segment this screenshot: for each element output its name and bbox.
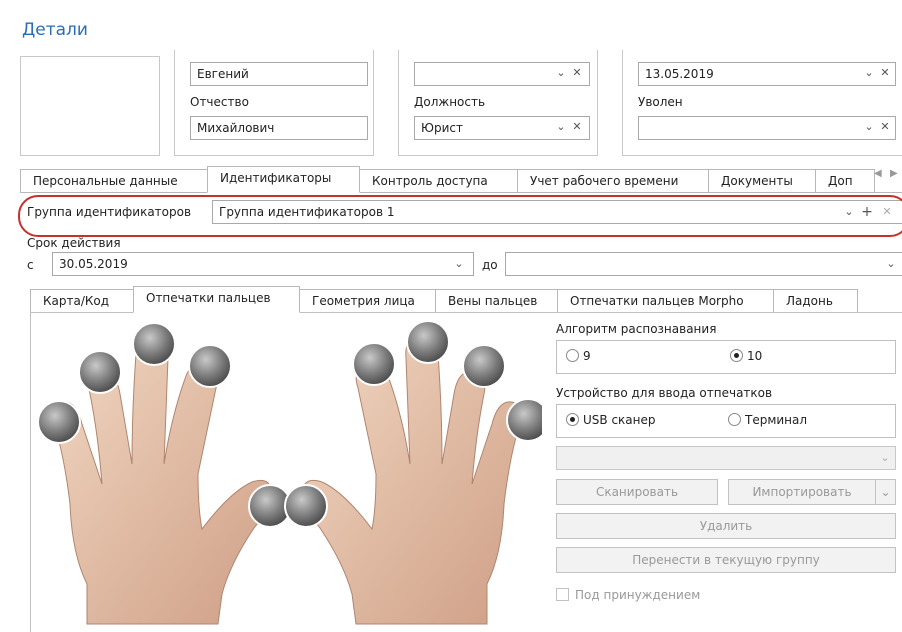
import-button[interactable]: Импортировать (728, 479, 876, 505)
right-little-finger-tip (506, 398, 542, 442)
tab-personal[interactable]: Персональные данные (20, 169, 208, 193)
chevron-down-icon: ⌄ (880, 485, 891, 499)
tab-documents[interactable]: Документы (708, 169, 816, 193)
close-icon[interactable]: ✕ (880, 204, 894, 220)
sub-tabs: Карта/Код Отпечатки пальцев Геометрия ли… (30, 285, 858, 313)
chevron-down-icon[interactable]: ⌄ (554, 65, 568, 81)
left-index-finger-tip (188, 344, 232, 388)
fired-date-field[interactable] (638, 116, 896, 140)
close-icon[interactable]: ✕ (570, 65, 584, 81)
checkbox-icon[interactable] (556, 588, 569, 601)
middle-name-field[interactable]: Михайлович (190, 116, 368, 140)
tab-scroll-right-icon[interactable]: ▶ (890, 168, 898, 179)
chevron-down-icon[interactable]: ⌄ (862, 119, 876, 135)
validity-to-field[interactable] (505, 252, 902, 276)
chevron-down-icon[interactable]: ⌄ (862, 65, 876, 81)
validity-from-label: с (27, 258, 34, 272)
radio-icon[interactable] (728, 413, 741, 426)
right-ring-finger-tip (462, 344, 506, 388)
right-middle-finger-tip (406, 320, 450, 364)
id-group-label: Группа идентификаторов (27, 205, 192, 219)
tab-morpho-fingerprints[interactable]: Отпечатки пальцев Morpho (557, 289, 774, 313)
delete-button[interactable]: Удалить (556, 513, 896, 539)
middle-name-label: Отчество (190, 95, 249, 109)
chevron-down-icon[interactable]: ⌄ (878, 450, 892, 466)
algorithm-option-9[interactable]: 9 (566, 349, 591, 363)
algorithm-option-10[interactable]: 10 (730, 349, 762, 363)
right-index-finger-tip (352, 342, 396, 386)
tab-time-tracking[interactable]: Учет рабочего времени (517, 169, 709, 193)
main-tabs-line (20, 192, 902, 193)
chevron-down-icon[interactable]: ⌄ (884, 256, 898, 272)
hire-date-field[interactable]: 13.05.2019 (638, 62, 896, 86)
move-to-group-button[interactable]: Перенести в текущую группу (556, 547, 896, 573)
tab-access-control[interactable]: Контроль доступа (359, 169, 518, 193)
first-name-field[interactable]: Евгений (190, 62, 368, 86)
radio-icon[interactable] (566, 349, 579, 362)
hands-illustration (37, 320, 542, 625)
tab-identifiers[interactable]: Идентификаторы (207, 166, 360, 193)
chevron-down-icon[interactable]: ⌄ (842, 204, 856, 220)
algorithm-group (556, 340, 896, 374)
device-label: Устройство для ввода отпечатков (556, 386, 773, 400)
tab-face-geometry[interactable]: Геометрия лица (299, 289, 436, 313)
id-group-select[interactable]: Группа идентификаторов 1 (212, 200, 902, 224)
fired-label: Уволен (638, 95, 683, 109)
chevron-down-icon[interactable]: ⌄ (554, 119, 568, 135)
tab-scroll-left-icon[interactable]: ◀ (874, 168, 882, 179)
radio-selected-icon[interactable] (730, 349, 743, 362)
tab-card-code[interactable]: Карта/Код (30, 289, 134, 313)
plus-icon[interactable]: + (860, 204, 874, 220)
tab-fingerprints[interactable]: Отпечатки пальцев (133, 286, 300, 313)
radio-selected-icon[interactable] (566, 413, 579, 426)
device-option-usb[interactable]: USB сканер (566, 413, 656, 427)
validity-to-label: до (482, 258, 498, 272)
close-icon[interactable]: ✕ (878, 119, 892, 135)
validity-from-field[interactable]: 30.05.2019 (52, 252, 474, 276)
photo-box[interactable] (20, 56, 160, 156)
left-little-finger-tip (37, 400, 81, 444)
duress-checkbox[interactable]: Под принуждением (556, 588, 700, 602)
left-ring-finger-tip (78, 350, 122, 394)
chevron-down-icon[interactable]: ⌄ (452, 256, 466, 272)
tab-finger-veins[interactable]: Вены пальцев (435, 289, 558, 313)
scan-button[interactable]: Сканировать (556, 479, 718, 505)
left-middle-finger-tip (132, 322, 176, 366)
import-dropdown-button[interactable]: ⌄ (875, 479, 896, 505)
tab-palm[interactable]: Ладонь (773, 289, 858, 313)
close-icon[interactable]: ✕ (878, 65, 892, 81)
right-thumb-tip (284, 484, 328, 528)
validity-label: Срок действия (27, 236, 121, 250)
tab-more[interactable]: Доп (815, 169, 875, 193)
device-select[interactable] (556, 446, 896, 470)
close-icon[interactable]: ✕ (570, 119, 584, 135)
page-title: Детали (22, 20, 88, 40)
position-label: Должность (414, 95, 486, 109)
main-tabs: Персональные данные Идентификаторы Контр… (20, 165, 875, 193)
algorithm-label: Алгоритм распознавания (556, 322, 717, 336)
device-option-terminal[interactable]: Терминал (728, 413, 807, 427)
